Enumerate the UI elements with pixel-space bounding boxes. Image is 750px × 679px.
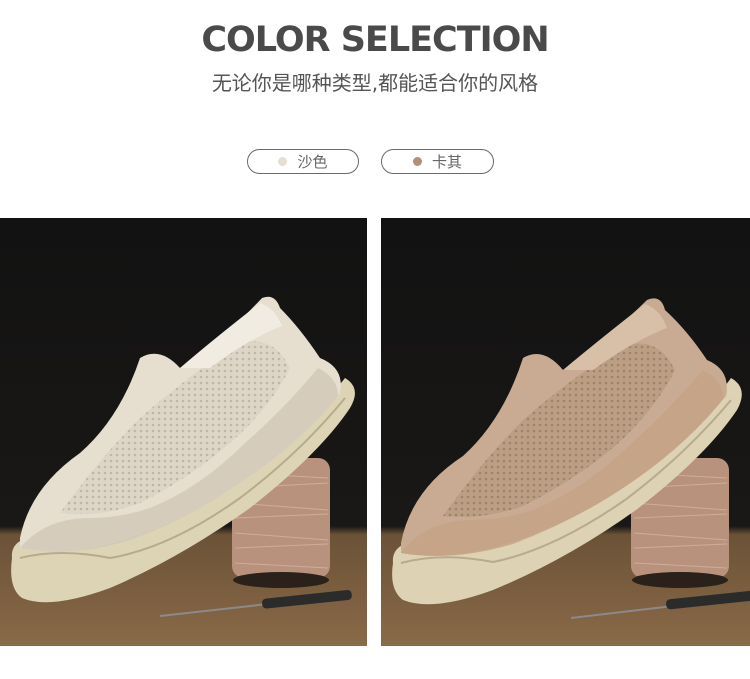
page-subtitle: 无论你是哪种类型,都能适合你的风格 <box>211 71 539 95</box>
color-option-label: 卡其 <box>431 153 462 171</box>
color-swatch-dot <box>278 157 288 166</box>
product-photo-khaki <box>381 218 750 646</box>
product-photo-sand <box>0 218 367 646</box>
color-option-khaki[interactable]: 卡其 <box>381 149 494 174</box>
color-swatch-dot <box>412 157 422 166</box>
page-title: COLOR SELECTION <box>201 20 549 60</box>
color-option-label: 沙色 <box>297 153 328 171</box>
color-option-sand[interactable]: 沙色 <box>247 149 359 174</box>
